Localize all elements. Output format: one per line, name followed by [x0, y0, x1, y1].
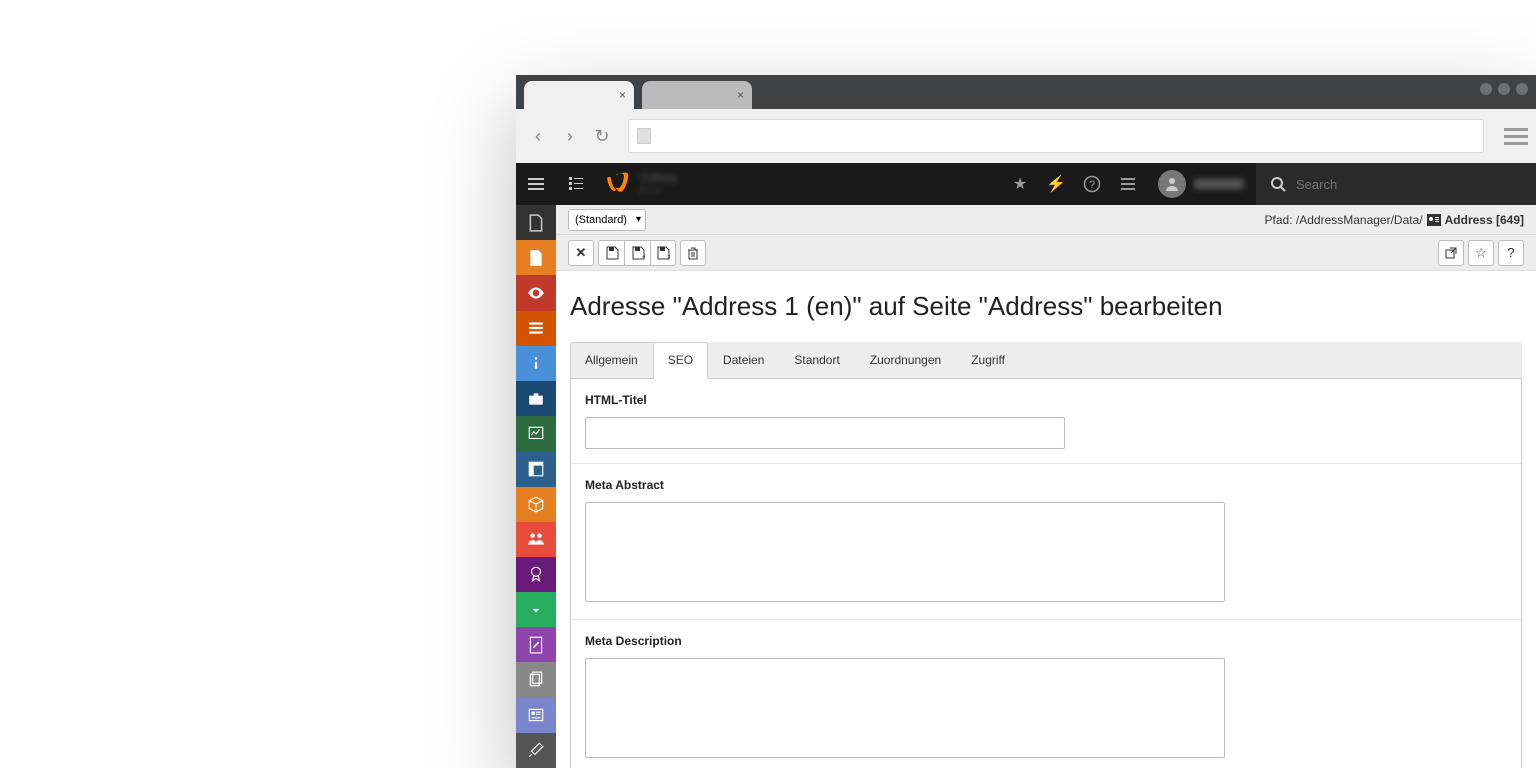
- breadcrumb-path: Pfad: /AddressManager/Data/ Address [649…: [1265, 213, 1524, 227]
- reload-button[interactable]: ↻: [588, 122, 616, 150]
- tab-close-icon[interactable]: ×: [737, 88, 744, 102]
- tab-seo[interactable]: SEO: [653, 342, 708, 379]
- save-button[interactable]: [598, 240, 624, 266]
- browser-tab-active[interactable]: ×: [524, 81, 634, 109]
- app-body: (Standard) Pfad: /AddressManager/Data/ A…: [516, 205, 1536, 768]
- open-new-window-button[interactable]: [1438, 240, 1464, 266]
- tab-close-icon[interactable]: ×: [619, 88, 626, 102]
- module-sidebar: [516, 205, 556, 768]
- module-file[interactable]: [516, 205, 556, 240]
- module-tool[interactable]: [516, 733, 556, 768]
- user-avatar-icon: [1158, 170, 1186, 198]
- browser-menu-button[interactable]: [1504, 128, 1528, 145]
- tab-row: Allgemein SEO Dateien Standort Zuordnung…: [570, 342, 1522, 379]
- module-badge[interactable]: [516, 557, 556, 592]
- tab-standort[interactable]: Standort: [779, 342, 854, 378]
- dropdown-value: (Standard): [575, 214, 627, 226]
- svg-text:?: ?: [1089, 179, 1095, 191]
- page-heading: Adresse "Address 1 (en)" auf Seite "Addr…: [570, 291, 1522, 322]
- flash-icon[interactable]: ⚡: [1038, 163, 1074, 205]
- content-area: (Standard) Pfad: /AddressManager/Data/ A…: [556, 205, 1536, 768]
- user-menu[interactable]: [1146, 170, 1256, 198]
- module-page[interactable]: [516, 240, 556, 275]
- tab-dateien[interactable]: Dateien: [708, 342, 779, 378]
- window-dot[interactable]: [1498, 83, 1510, 95]
- tree-toggle-button[interactable]: [556, 163, 596, 205]
- back-button[interactable]: ‹: [524, 122, 552, 150]
- form-group-html-title: HTML-Titel: [571, 379, 1521, 464]
- app-topbar: TYPO3 8.7.x ★ ⚡ ?: [516, 163, 1536, 205]
- list-icon[interactable]: [1110, 163, 1146, 205]
- save-new-button[interactable]: +: [624, 240, 650, 266]
- module-menu-toggle[interactable]: [516, 163, 556, 205]
- browser-titlebar: × ×: [516, 75, 1536, 109]
- form-group-meta-description: Meta Description: [571, 620, 1521, 768]
- svg-text:×: ×: [667, 254, 670, 260]
- browser-tab-inactive[interactable]: ×: [642, 81, 752, 109]
- html-title-input[interactable]: [585, 417, 1065, 449]
- close-button[interactable]: ✕: [568, 240, 594, 266]
- svg-text:+: +: [642, 252, 645, 260]
- help-button[interactable]: ?: [1498, 240, 1524, 266]
- meta-abstract-label: Meta Abstract: [585, 478, 1507, 492]
- module-workspace[interactable]: [516, 381, 556, 416]
- search-icon: [1270, 176, 1286, 192]
- meta-description-textarea[interactable]: [585, 658, 1225, 758]
- form-group-meta-abstract: Meta Abstract: [571, 464, 1521, 620]
- bookmark-button[interactable]: ☆: [1468, 240, 1494, 266]
- module-list[interactable]: [516, 311, 556, 346]
- module-edit[interactable]: [516, 627, 556, 662]
- browser-toolbar: ‹ › ↻: [516, 109, 1536, 163]
- path-prefix: Pfad: /AddressManager/Data/: [1265, 213, 1423, 227]
- tab-zugriff[interactable]: Zugriff: [956, 342, 1020, 378]
- document-icon: [637, 128, 651, 144]
- module-users[interactable]: [516, 522, 556, 557]
- module-download[interactable]: [516, 592, 556, 627]
- meta-description-label: Meta Description: [585, 634, 1507, 648]
- module-news[interactable]: [516, 698, 556, 733]
- window-dot[interactable]: [1480, 83, 1492, 95]
- window-controls: [1480, 83, 1528, 95]
- content-main: Adresse "Address 1 (en)" auf Seite "Addr…: [556, 271, 1536, 768]
- module-template[interactable]: [516, 451, 556, 486]
- module-copy[interactable]: [516, 662, 556, 697]
- delete-button[interactable]: [680, 240, 706, 266]
- tab-allgemein[interactable]: Allgemein: [570, 342, 653, 378]
- help-icon[interactable]: ?: [1074, 163, 1110, 205]
- bookmark-icon[interactable]: ★: [1002, 163, 1038, 205]
- address-record-icon: [1427, 214, 1441, 226]
- module-info[interactable]: [516, 346, 556, 381]
- action-bar: ✕ + × ☆ ?: [556, 235, 1536, 271]
- tab-zuordnungen[interactable]: Zuordnungen: [855, 342, 956, 378]
- meta-abstract-textarea[interactable]: [585, 502, 1225, 602]
- window-dot[interactable]: [1516, 83, 1528, 95]
- browser-window: × × ‹ › ↻ TYPO3: [516, 75, 1536, 768]
- url-bar[interactable]: [628, 119, 1484, 153]
- product-name: TYPO3 8.7.x: [640, 173, 676, 195]
- save-close-button[interactable]: ×: [650, 240, 676, 266]
- language-dropdown[interactable]: (Standard): [568, 209, 646, 231]
- module-package[interactable]: [516, 487, 556, 522]
- html-title-label: HTML-Titel: [585, 393, 1507, 407]
- search-input[interactable]: [1296, 177, 1522, 192]
- breadcrumb-bar: (Standard) Pfad: /AddressManager/Data/ A…: [556, 205, 1536, 235]
- username: [1194, 179, 1244, 189]
- forward-button[interactable]: ›: [556, 122, 584, 150]
- form-panel: HTML-Titel Meta Abstract Meta Descriptio…: [570, 379, 1522, 768]
- typo3-logo: [600, 168, 632, 200]
- record-label: Address [649]: [1445, 213, 1524, 227]
- module-stats[interactable]: [516, 416, 556, 451]
- search-field[interactable]: [1256, 163, 1536, 205]
- module-view[interactable]: [516, 275, 556, 310]
